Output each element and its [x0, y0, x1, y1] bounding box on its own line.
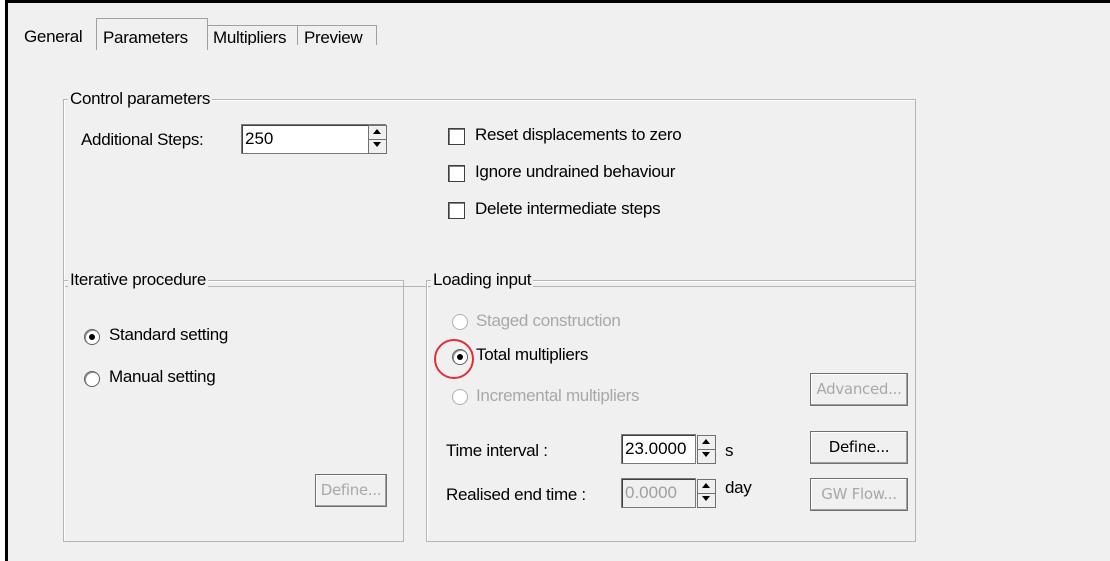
- arrow-up-icon: [373, 129, 381, 134]
- additional-steps-label: Additional Steps:: [81, 130, 204, 149]
- time-interval-unit: s: [725, 441, 734, 460]
- realised-end-time-unit: day: [725, 478, 752, 497]
- iterative-define-button[interactable]: Define...: [315, 474, 387, 507]
- iterative-procedure-group: Iterative procedure Standard setting Man…: [63, 270, 404, 542]
- radio-selected-dot: [457, 354, 463, 360]
- control-parameters-group: Control parameters Additional Steps: 250…: [63, 89, 916, 287]
- manual-setting-label: Manual setting: [109, 367, 216, 386]
- standard-setting-radio[interactable]: [84, 329, 100, 345]
- arrow-down-icon: [702, 495, 710, 501]
- advanced-button[interactable]: Advanced...: [810, 373, 908, 406]
- incremental-multipliers-label: Incremental multipliers: [476, 386, 640, 405]
- tab-parameters-label: Parameters: [103, 28, 188, 47]
- staged-construction-label: Staged construction: [476, 311, 621, 330]
- time-interval-spinner[interactable]: [697, 435, 716, 464]
- delete-intermediate-label: Delete intermediate steps: [475, 199, 661, 218]
- reset-displacements-label: Reset displacements to zero: [475, 125, 682, 144]
- tab-general-label: General: [24, 27, 83, 46]
- spinner-down-button[interactable]: [698, 494, 715, 508]
- additional-steps-value: 250: [245, 129, 274, 148]
- time-interval-input[interactable]: 23.0000: [621, 434, 696, 464]
- tab-parameters[interactable]: Parameters: [96, 18, 208, 50]
- incremental-multipliers-radio[interactable]: [452, 389, 468, 405]
- ignore-undrained-checkbox[interactable]: [448, 165, 465, 182]
- ignore-undrained-label: Ignore undrained behaviour: [475, 162, 676, 181]
- control-parameters-title: Control parameters: [68, 89, 213, 109]
- reset-displacements-checkbox[interactable]: [448, 128, 465, 145]
- realised-end-time-label: Realised end time :: [446, 485, 586, 504]
- manual-setting-radio[interactable]: [84, 371, 100, 387]
- time-interval-label: Time interval :: [446, 441, 548, 460]
- spinner-up-button[interactable]: [698, 436, 715, 450]
- iterative-procedure-title: Iterative procedure: [68, 270, 209, 290]
- time-interval-value: 23.0000: [625, 439, 687, 458]
- loading-input-title: Loading input: [431, 270, 534, 290]
- delete-intermediate-checkbox[interactable]: [448, 202, 465, 219]
- realised-end-time-value: 0.0000: [625, 483, 677, 502]
- total-multipliers-radio[interactable]: [452, 349, 468, 365]
- loading-define-button[interactable]: Define...: [810, 431, 908, 464]
- parameters-panel: Control parameters Additional Steps: 250…: [8, 45, 1110, 561]
- staged-construction-radio[interactable]: [452, 314, 468, 330]
- spinner-down-button[interactable]: [698, 450, 715, 464]
- spinner-up-button[interactable]: [369, 126, 386, 140]
- standard-setting-label: Standard setting: [109, 325, 229, 344]
- additional-steps-input[interactable]: 250: [241, 124, 386, 154]
- realised-end-time-spinner[interactable]: [697, 479, 716, 508]
- total-multipliers-label: Total multipliers: [476, 345, 589, 364]
- additional-steps-spinner[interactable]: [368, 125, 387, 154]
- arrow-down-icon: [373, 141, 381, 147]
- loading-input-group: Loading input Staged construction Total …: [426, 270, 916, 542]
- spinner-up-button[interactable]: [698, 480, 715, 494]
- tab-strip: General Parameters Multipliers Preview: [8, 3, 1110, 50]
- radio-selected-dot: [89, 334, 95, 340]
- arrow-up-icon: [702, 439, 710, 444]
- gw-flow-button[interactable]: GW Flow...: [810, 478, 908, 511]
- realised-end-time-input[interactable]: 0.0000: [621, 478, 696, 508]
- arrow-down-icon: [702, 451, 710, 457]
- arrow-up-icon: [702, 483, 710, 488]
- spinner-down-button[interactable]: [369, 140, 386, 154]
